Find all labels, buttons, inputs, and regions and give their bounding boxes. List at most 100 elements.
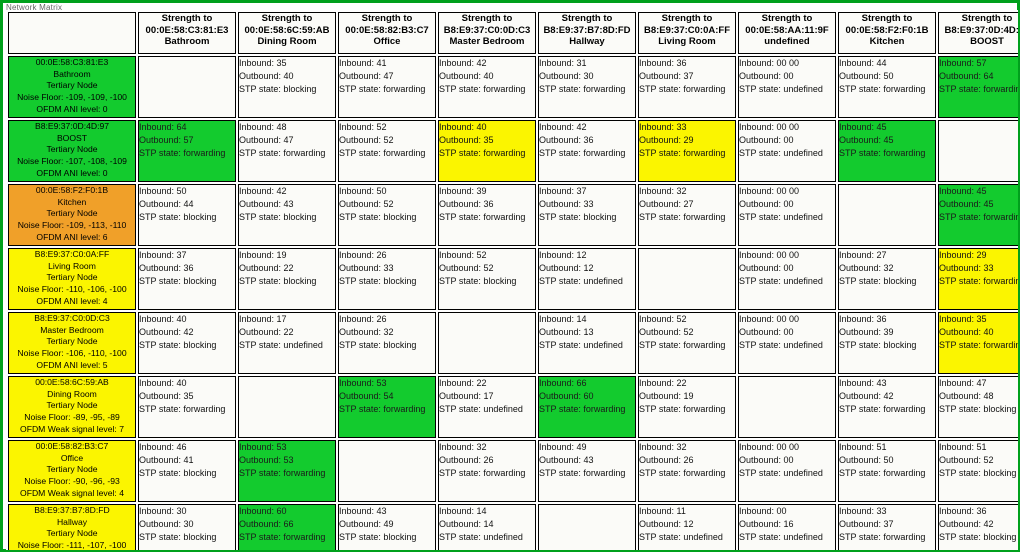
row-header-mac: B8:E9:37:C0:0A:FF [34,249,110,259]
cell-outbound: Outbound: 16 [739,519,794,529]
matrix-cell[interactable]: Inbound: 53 Outbound: 53 STP state: forwar… [238,440,336,502]
matrix-cell[interactable]: Inbound: 41 Outbound: 47 STP state: forwar… [338,56,436,118]
column-header-undefined[interactable]: Strength to 00:0E:58:AA:11:9F undefined [738,12,836,54]
matrix-cell[interactable]: Inbound: 37 Outbound: 36 STP state: blocki… [138,248,236,310]
matrix-cell[interactable]: Inbound: 22 Outbound: 19 STP state: forwar… [638,376,736,438]
matrix-cell[interactable]: Inbound: 12 Outbound: 12 STP state: undefi… [538,248,636,310]
column-header-living-room[interactable]: Strength to B8:E9:37:C0:0A:FF Living Room [638,12,736,54]
matrix-cell[interactable]: Inbound: 00 00 Outbound: 00 STP state: und… [738,184,836,246]
matrix-cell[interactable]: Inbound: 66 Outbound: 60 STP state: forwar… [538,376,636,438]
column-header-hallway[interactable]: Strength to B8:E9:37:B7:8D:FD Hallway [538,12,636,54]
matrix-cell-empty[interactable] [538,504,636,550]
row-header-living-room[interactable]: B8:E9:37:C0:0A:FF Living Room Tertiary Nod… [8,248,136,310]
matrix-cell[interactable]: Inbound: 35 Outbound: 40 STP state: forwar… [938,312,1018,374]
matrix-cell[interactable]: Inbound: 00 00 Outbound: 00 STP state: und… [738,120,836,182]
cell-stp: STP state: forwarding [639,212,726,222]
matrix-cell[interactable]: Inbound: 26 Outbound: 32 STP state: blocki… [338,312,436,374]
matrix-cell[interactable]: Inbound: 40 Outbound: 35 STP state: forwar… [438,120,536,182]
matrix-cell[interactable]: Inbound: 57 Outbound: 64 STP state: forwar… [938,56,1018,118]
matrix-cell[interactable]: Inbound: 48 Outbound: 47 STP state: forwar… [238,120,336,182]
column-header-office[interactable]: Strength to 00:0E:58:82:B3:C7 Office [338,12,436,54]
cell-outbound: Outbound: 47 [239,135,294,145]
row-header-bathroom[interactable]: 00:0E:58:C3:81:E3 Bathroom Tertiary Node No… [8,56,136,118]
matrix-cell[interactable]: Inbound: 11 Outbound: 12 STP state: undefi… [638,504,736,550]
matrix-cell[interactable]: Inbound: 33 Outbound: 29 STP state: forwar… [638,120,736,182]
matrix-cell[interactable]: Inbound: 44 Outbound: 50 STP state: forwar… [838,56,936,118]
column-header-kitchen[interactable]: Strength to 00:0E:58:F2:F0:1B Kitchen [838,12,936,54]
row-header-hallway[interactable]: B8:E9:37:B7:8D:FD Hallway Tertiary Node Noi… [8,504,136,550]
matrix-cell[interactable]: Inbound: 43 Outbound: 42 STP state: forwar… [838,376,936,438]
matrix-cell[interactable]: Inbound: 19 Outbound: 22 STP state: blocki… [238,248,336,310]
matrix-cell[interactable]: Inbound: 32 Outbound: 26 STP state: forwar… [438,440,536,502]
matrix-cell-empty[interactable] [338,440,436,502]
matrix-cell[interactable]: Inbound: 27 Outbound: 32 STP state: blocki… [838,248,936,310]
matrix-cell[interactable]: Inbound: 40 Outbound: 35 STP state: forwar… [138,376,236,438]
matrix-cell[interactable]: Inbound: 36 Outbound: 42 STP state: blocki… [938,504,1018,550]
matrix-cell[interactable]: Inbound: 32 Outbound: 26 STP state: forwar… [638,440,736,502]
matrix-cell[interactable]: Inbound: 51 Outbound: 50 STP state: forwar… [838,440,936,502]
cell-stp: STP state: undefined [539,276,623,286]
cell-inbound: Inbound: 36 [639,58,687,68]
matrix-cell-empty[interactable] [438,312,536,374]
matrix-cell[interactable]: Inbound: 22 Outbound: 17 STP state: undefi… [438,376,536,438]
matrix-cell[interactable]: Inbound: 31 Outbound: 30 STP state: forwar… [538,56,636,118]
row-header-master-bedroom[interactable]: B8:E9:37:C0:0D:C3 Master Bedroom Tertiary … [8,312,136,374]
matrix-cell[interactable]: Inbound: 52 Outbound: 52 STP state: forwar… [338,120,436,182]
matrix-cell[interactable]: Inbound: 37 Outbound: 33 STP state: blocki… [538,184,636,246]
matrix-cell-empty[interactable] [638,248,736,310]
cell-stp: STP state: forwarding [539,84,626,94]
matrix-cell[interactable]: Inbound: 14 Outbound: 13 STP state: undefi… [538,312,636,374]
row-header-kitchen[interactable]: 00:0E:58:F2:F0:1B Kitchen Tertiary Node Noi… [8,184,136,246]
matrix-cell[interactable]: Inbound: 36 Outbound: 37 STP state: forwar… [638,56,736,118]
matrix-cell[interactable]: Inbound: 33 Outbound: 37 STP state: forwar… [838,504,936,550]
matrix-cell[interactable]: Inbound: 36 Outbound: 39 STP state: blocki… [838,312,936,374]
matrix-cell[interactable]: Inbound: 00 Outbound: 16 STP state: undefi… [738,504,836,550]
matrix-cell[interactable]: Inbound: 17 Outbound: 22 STP state: undefi… [238,312,336,374]
matrix-cell-empty[interactable] [238,376,336,438]
column-header-dining-room[interactable]: Strength to 00:0E:58:6C:59:AB Dining Room [238,12,336,54]
matrix-cell[interactable]: Inbound: 45 Outbound: 45 STP state: forwar… [838,120,936,182]
matrix-cell[interactable]: Inbound: 52 Outbound: 52 STP state: forwar… [638,312,736,374]
matrix-cell[interactable]: Inbound: 42 Outbound: 43 STP state: blocki… [238,184,336,246]
matrix-cell[interactable]: Inbound: 30 Outbound: 30 STP state: blocki… [138,504,236,550]
matrix-cell[interactable]: Inbound: 47 Outbound: 48 STP state: blocki… [938,376,1018,438]
matrix-cell[interactable]: Inbound: 00 00 Outbound: 00 STP state: und… [738,312,836,374]
matrix-cell[interactable]: Inbound: 29 Outbound: 33 STP state: forwar… [938,248,1018,310]
column-header-master-bedroom[interactable]: Strength to B8:E9:37:C0:0D:C3 Master Bedro… [438,12,536,54]
matrix-cell[interactable]: Inbound: 42 Outbound: 36 STP state: forwar… [538,120,636,182]
matrix-cell[interactable]: Inbound: 52 Outbound: 52 STP state: blocki… [438,248,536,310]
matrix-cell[interactable]: Inbound: 51 Outbound: 52 STP state: blocki… [938,440,1018,502]
matrix-cell-empty[interactable] [738,376,836,438]
matrix-cell[interactable]: Inbound: 53 Outbound: 54 STP state: forwar… [338,376,436,438]
matrix-cell-empty[interactable] [138,56,236,118]
matrix-cell[interactable]: Inbound: 00 00 Outbound: 00 STP state: und… [738,56,836,118]
matrix-cell[interactable]: Inbound: 40 Outbound: 42 STP state: blocki… [138,312,236,374]
matrix-cell[interactable]: Inbound: 32 Outbound: 27 STP state: forwar… [638,184,736,246]
matrix-cell[interactable]: Inbound: 39 Outbound: 36 STP state: forwar… [438,184,536,246]
matrix-cell[interactable]: Inbound: 50 Outbound: 44 STP state: blocki… [138,184,236,246]
matrix-scroll-area[interactable]: Strength to 00:0E:58:C3:81:E3 Bathroom Stre… [6,10,1018,550]
matrix-cell[interactable]: Inbound: 00 00 Outbound: 00 STP state: und… [738,440,836,502]
matrix-cell[interactable]: Inbound: 45 Outbound: 45 STP state: forwar… [938,184,1018,246]
cell-stp: STP state: blocking [839,340,917,350]
row-header-role: Tertiary Node [46,400,98,411]
matrix-cell[interactable]: Inbound: 43 Outbound: 49 STP state: blocki… [338,504,436,550]
matrix-cell[interactable]: Inbound: 26 Outbound: 33 STP state: blocki… [338,248,436,310]
cell-outbound: Outbound: 60 [539,391,594,401]
matrix-cell[interactable]: Inbound: 50 Outbound: 52 STP state: blocki… [338,184,436,246]
column-header-bathroom[interactable]: Strength to 00:0E:58:C3:81:E3 Bathroom [138,12,236,54]
row-header-boost[interactable]: B8:E9:37:0D:4D:97 BOOST Tertiary Node Noise… [8,120,136,182]
matrix-cell[interactable]: Inbound: 49 Outbound: 43 STP state: forwar… [538,440,636,502]
matrix-cell[interactable]: Inbound: 14 Outbound: 14 STP state: undefi… [438,504,536,550]
column-header-boost[interactable]: Strength toB8:E9:37:0D:4D:97BOOST [938,12,1018,54]
matrix-cell-empty[interactable] [838,184,936,246]
matrix-cell[interactable]: Inbound: 60 Outbound: 66 STP state: forwar… [238,504,336,550]
row-header-office[interactable]: 00:0E:58:82:B3:C7 Office Tertiary Node Nois… [8,440,136,502]
matrix-cell[interactable]: Inbound: 42 Outbound: 40 STP state: forwar… [438,56,536,118]
row-header-dining-room[interactable]: 00:0E:58:6C:59:AB Dining Room Tertiary Nod… [8,376,136,438]
matrix-cell[interactable]: Inbound: 64 Outbound: 57 STP state: forwar… [138,120,236,182]
matrix-cell[interactable]: Inbound: 35 Outbound: 40 STP state: blocki… [238,56,336,118]
matrix-cell[interactable]: Inbound: 46 Outbound: 41 STP state: blocki… [138,440,236,502]
matrix-cell-empty[interactable] [938,120,1018,182]
matrix-cell[interactable]: Inbound: 00 00 Outbound: 00 STP state: und… [738,248,836,310]
